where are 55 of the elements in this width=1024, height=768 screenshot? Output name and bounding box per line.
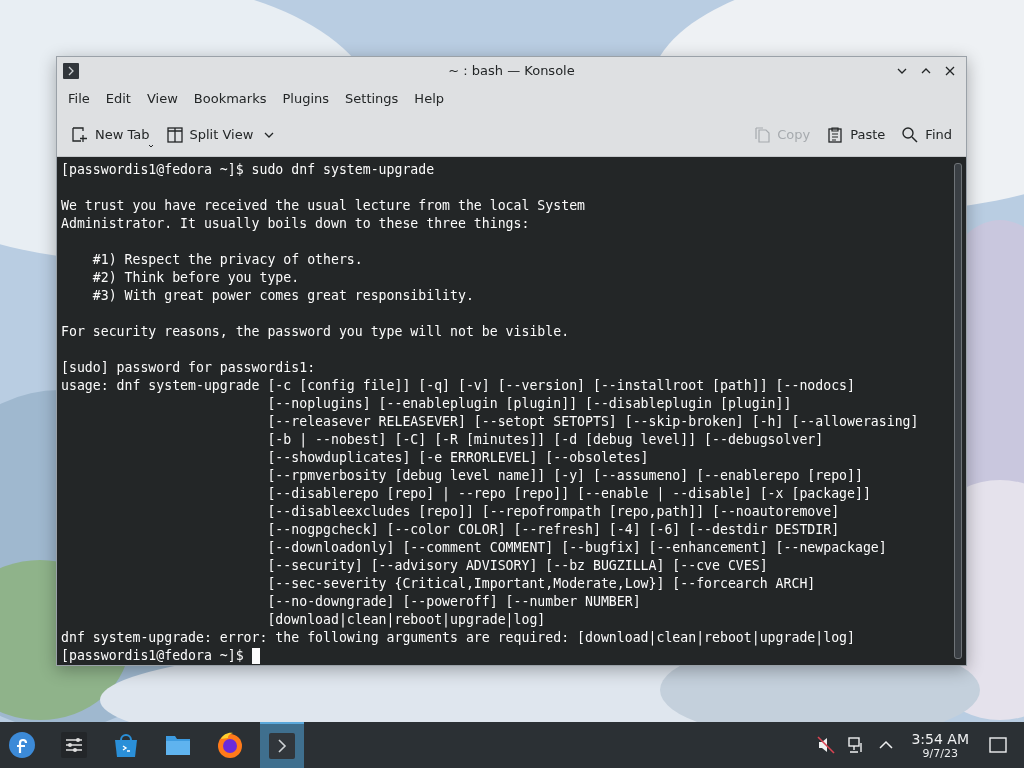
clock-time[interactable]: 3:54 AM [911, 730, 969, 747]
find-button[interactable]: Find [895, 121, 958, 148]
terminal-line: [--noplugins] [--enableplugin [plugin]] [--disableplugin [plugin]] [266, 395, 792, 413]
terminal-line: [--rpmverbosity [debug level name]] [-y] [--assumeno] [--enablerepo [repo]] [266, 467, 863, 485]
terminal-line: We trust you have received the usual lecture from the local System [61, 197, 585, 215]
sliders-icon [60, 731, 88, 759]
terminal-icon [63, 62, 79, 79]
terminal-icon [268, 732, 296, 760]
menu-item[interactable]: Edit [97, 91, 139, 107]
menu-item[interactable]: Plugins [274, 91, 338, 107]
terminal-line: [--sec-severity {Critical,Important,Moderate,Low}] [--forcearch ARCH] [266, 575, 816, 593]
terminal-line: [passwordis1@fedora ~]$ [61, 647, 245, 665]
menu-item[interactable]: Bookmarks [185, 91, 275, 107]
new-tab-icon [71, 125, 89, 144]
window-title: ~ : bash — Konsole [448, 63, 575, 79]
browser-icon [216, 731, 244, 759]
terminal-line: [--disablerepo [repo] | --repo [repo]] [--enable | --disable] [-x [package]] [266, 485, 871, 503]
terminal-line: [--downloadonly] [--comment COMMENT] [--bugfix] [--enhancement] [--newpackage] [266, 539, 887, 557]
terminal-line: #3) With great power comes great responsibility. [91, 287, 474, 305]
close-button[interactable] [944, 64, 956, 77]
terminal-line: usage: dnf system-upgrade [-c [config file]] [-q] [-v] [--version] [--installroot [path]] [--nodocs] [61, 377, 855, 395]
terminal-line: [--security] [--advisory ADVISORY] [--bz BUGZILLA] [--cve CVES] [266, 557, 768, 575]
menu-item[interactable]: View [138, 91, 186, 107]
menu-item[interactable]: Help [406, 91, 452, 107]
split-view-icon [165, 125, 184, 144]
terminal-line: [--disableexcludes [repo]] [--repofrompath [repo,path]] [--noautoremove] [266, 503, 840, 521]
scrollbar[interactable] [954, 163, 962, 659]
terminal-line: Administrator. It usually boils down to these three things: [61, 215, 530, 233]
terminal-task-button[interactable] [260, 722, 304, 768]
terminal-line: [--showduplicates] [-e ERRORLEVEL] [--obsoletes] [266, 449, 649, 467]
launcher-icon [8, 731, 36, 759]
muted-speaker-icon[interactable] [816, 735, 837, 755]
terminal-line: #2) Think before you type. [91, 269, 300, 287]
clipboard-icon [826, 125, 845, 144]
terminal-line: [--no-downgrade] [--poweroff] [--number NUMBER] [266, 593, 641, 611]
terminal-line: For security reasons, the password you type will not be visible. [61, 323, 570, 341]
terminal-line: [--releasever RELEASEVER] [--setopt SETOPTS] [--skip-broken] [-h] [--allowerasing] [266, 413, 919, 431]
terminal-line: [--nogpgcheck] [--color COLOR] [--refresh] [-4] [-6] [--destdir DESTDIR] [266, 521, 840, 539]
caret-icon [147, 143, 154, 148]
terminal-line: [sudo] password for passwordis1: [61, 359, 316, 377]
terminal-line: [download|clean|reboot|upgrade|log] [266, 611, 546, 629]
terminal-line: [-b | --nobest] [-C] [-R [minutes]] [-d [debug level]] [--debugsolver] [266, 431, 824, 449]
show-desktop-icon[interactable] [988, 735, 1008, 755]
clock-date[interactable]: 9/7/23 [922, 746, 958, 760]
terminal-line: #1) Respect the privacy of others. [91, 251, 363, 269]
terminal-line: dnf system-upgrade: error: the following arguments are required: [download|clean|reboot|upgrade|log] [61, 629, 855, 647]
new-tab-button[interactable]: New Tab [65, 121, 156, 148]
search-icon [901, 125, 920, 144]
menu-item[interactable]: Settings [337, 91, 407, 107]
paste-button[interactable]: Paste [820, 121, 892, 148]
menu-item[interactable]: File [60, 91, 98, 107]
copy-icon [753, 125, 772, 144]
terminal-line: [passwordis1@fedora ~]$ sudo dnf system-upgrade [61, 161, 435, 179]
shopping-bag-icon [112, 731, 140, 759]
split-view-button[interactable]: Split View [159, 121, 282, 148]
